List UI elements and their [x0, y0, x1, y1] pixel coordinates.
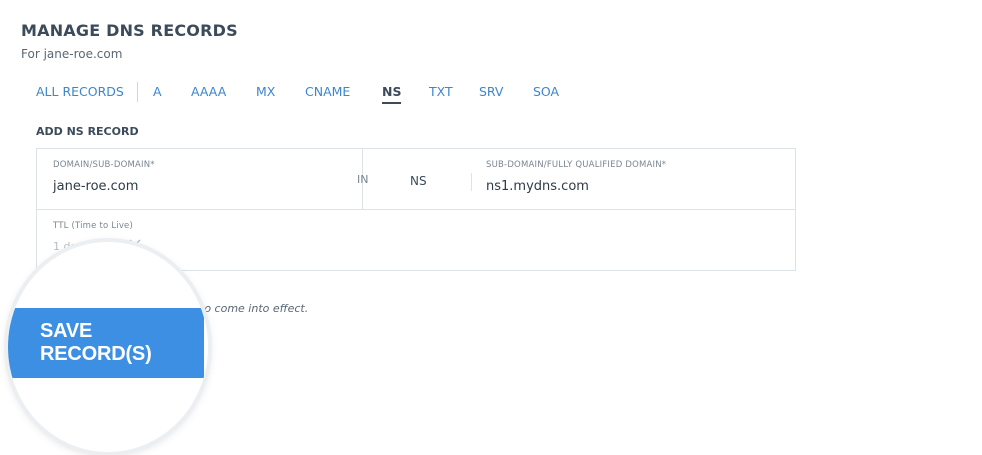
page-title: MANAGE DNS RECORDS: [21, 21, 238, 40]
record-type-label: NS: [410, 174, 427, 188]
propagation-note: to come into effect.: [200, 302, 309, 315]
domain-field[interactable]: jane-roe.com: [53, 179, 138, 194]
tab-ns[interactable]: NS: [382, 84, 402, 104]
tab-aaaa[interactable]: AAAA: [191, 84, 226, 99]
tab-ns-label: NS: [382, 84, 402, 99]
target-domain-field[interactable]: ns1.mydns.com: [486, 179, 589, 194]
tab-srv[interactable]: SRV: [479, 84, 504, 99]
tab-divider: [137, 82, 138, 102]
tab-a[interactable]: A: [153, 84, 162, 99]
target-field-label: SUB-DOMAIN/FULLY QUALIFIED DOMAIN*: [486, 160, 667, 170]
field-divider: [471, 173, 472, 191]
tab-txt[interactable]: TXT: [429, 84, 453, 99]
active-tab-indicator: [382, 102, 402, 104]
save-records-button[interactable]: SAVE RECORD(S): [8, 308, 204, 378]
ttl-field-label: TTL (Time to Live): [53, 221, 134, 231]
in-label: IN: [357, 173, 369, 186]
tab-cname[interactable]: CNAME: [305, 84, 350, 99]
tab-soa[interactable]: SOA: [533, 84, 559, 99]
domain-field-label: DOMAIN/SUB-DOMAIN*: [53, 160, 155, 170]
section-heading: ADD NS RECORD: [36, 125, 139, 138]
row-divider: [37, 209, 795, 210]
tab-all-records[interactable]: ALL RECORDS: [36, 84, 124, 99]
page-subtitle: For jane-roe.com: [21, 47, 123, 61]
tab-mx[interactable]: MX: [256, 84, 275, 99]
magnifier-lens: SAVE RECORD(S): [8, 242, 208, 452]
